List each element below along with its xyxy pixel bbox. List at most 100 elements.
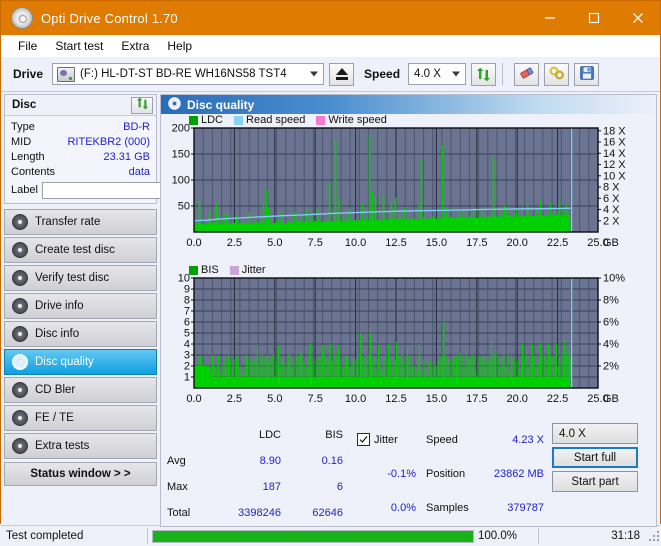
disc-quality-icon <box>168 96 181 113</box>
drive-toolbar: Drive (F:) HL-DT-ST BD-RE WH16NS58 TST4 … <box>1 57 660 92</box>
start-full-button[interactable]: Start full <box>552 447 638 468</box>
disc-label-row: Label <box>11 181 242 199</box>
disc-field-mid-value: RITEKBR2 (000) <box>67 135 150 148</box>
sidebar-item-label: Transfer rate <box>35 216 101 228</box>
chevron-down-icon <box>310 71 319 77</box>
sidebar-item-drive-info[interactable]: Drive info <box>4 293 157 319</box>
stats-row-avg-label: Avg <box>167 455 186 468</box>
disc-group-body: Type BD-R MID RITEKBR2 (000) Length 23.3… <box>5 116 242 203</box>
save-button[interactable] <box>574 62 600 86</box>
eraser-icon <box>519 66 535 83</box>
sidebar-item-transfer-rate[interactable]: Transfer rate <box>4 209 157 235</box>
disc-icon <box>12 214 28 230</box>
ldc-legend: LDC Read speed Write speed <box>189 114 394 126</box>
sidebar-item-label: Drive info <box>35 300 84 312</box>
eject-button[interactable] <box>329 62 355 86</box>
erase-button[interactable] <box>514 62 540 86</box>
readout-position-label: Position <box>426 467 466 480</box>
legend-swatch-write-speed <box>316 115 326 125</box>
disc-group-header: Disc <box>5 95 156 116</box>
sidebar-item-disc-quality[interactable]: Disc quality <box>4 349 157 375</box>
disc-refresh-button[interactable] <box>131 96 153 114</box>
disc-field-type: Type BD-R <box>11 119 150 134</box>
svg-text:8%: 8% <box>603 295 619 307</box>
svg-text:6 X: 6 X <box>603 193 620 205</box>
table-row: Max 187 6 <box>167 475 343 501</box>
jitter-checkbox[interactable] <box>357 432 370 446</box>
disc-icon <box>12 354 28 370</box>
legend-label-bis: BIS <box>201 264 219 276</box>
table-row: Avg 8.90 0.16 <box>167 449 343 475</box>
progress-bar <box>152 529 474 543</box>
sidebar-item-disc-info[interactable]: Disc info <box>4 321 157 347</box>
sidebar-item-label: FE / TE <box>35 412 74 424</box>
svg-text:18 X: 18 X <box>603 125 626 137</box>
sidebar-item-cd-bler[interactable]: CD Bler <box>4 377 157 403</box>
svg-text:100: 100 <box>172 175 190 187</box>
bis-chart: BIS Jitter 10 9 8 7 6 5 4 3 2 1 10% 8% 6% 4% 2% 0.0 2.5 5… <box>161 264 656 419</box>
legend-label-jitter: Jitter <box>241 264 266 276</box>
stats-row-total-ldc: 3398246 <box>238 506 281 519</box>
minimize-button[interactable] <box>528 1 572 35</box>
drive-select[interactable]: (F:) HL-DT-ST BD-RE WH16NS58 TST4 <box>52 63 325 85</box>
menu-item-start-test[interactable]: Start test <box>46 37 112 55</box>
disc-field-contents: Contents data <box>11 164 150 179</box>
sidebar-item-label: CD Bler <box>35 384 76 396</box>
svg-text:20.0: 20.0 <box>506 237 527 249</box>
sidebar-item-extra-tests[interactable]: Extra tests <box>4 433 157 459</box>
start-part-button[interactable]: Start part <box>552 471 638 492</box>
maximize-button[interactable] <box>572 1 616 35</box>
stats-header-row: LDC BIS <box>167 423 343 449</box>
title-bar: Opti Drive Control 1.70 <box>1 1 660 35</box>
sidebar-item-verify-test-disc[interactable]: Verify test disc <box>4 265 157 291</box>
refresh-button[interactable] <box>471 62 497 86</box>
menu-item-help[interactable]: Help <box>158 37 201 55</box>
chevron-down-icon <box>452 71 461 77</box>
resize-grip[interactable] <box>648 530 660 542</box>
svg-text:14 X: 14 X <box>603 148 626 160</box>
disc-icon <box>12 298 28 314</box>
ldc-plot: 200 150 100 50 18 X16 X14 X12 X10 X8 X6 X4 X… <box>172 123 627 249</box>
eject-icon <box>335 68 348 75</box>
table-row: -0.1% <box>357 457 416 491</box>
legend-swatch-jitter <box>229 265 239 275</box>
menu-item-file[interactable]: File <box>9 37 46 55</box>
svg-text:10 X: 10 X <box>603 170 626 182</box>
status-window-button[interactable]: Status window > > <box>4 462 157 486</box>
jitter-header-row: Jitter <box>357 423 416 457</box>
action-block: 4.0 X Start full Start part <box>552 423 638 526</box>
stats-table: LDC BIS Avg 8.90 0.16 Max 187 6 Total 33… <box>167 423 343 526</box>
menu-bar: File Start test Extra Help <box>1 35 660 57</box>
svg-text:1: 1 <box>184 372 190 384</box>
menu-item-extra[interactable]: Extra <box>112 37 158 55</box>
svg-text:15.0: 15.0 <box>426 237 447 249</box>
svg-text:0.0: 0.0 <box>186 393 201 405</box>
readout-position-value: 23862 MB <box>493 467 544 480</box>
stats-col-bis: BIS <box>325 429 343 442</box>
test-speed-select[interactable]: 4.0 X <box>552 423 638 444</box>
plug-settings-button[interactable] <box>544 62 570 86</box>
legend-item-write-speed: Write speed <box>316 114 387 126</box>
svg-text:2 X: 2 X <box>603 215 620 227</box>
stats-row-total-bis: 62646 <box>312 506 343 519</box>
drive-label: Drive <box>13 67 44 81</box>
sidebar-item-create-test-disc[interactable]: Create test disc <box>4 237 157 263</box>
speed-select[interactable]: 4.0 X <box>408 63 467 85</box>
legend-label-ldc: LDC <box>201 114 224 126</box>
legend-swatch-bis <box>189 265 198 275</box>
sidebar-item-fe-te[interactable]: FE / TE <box>4 405 157 431</box>
plug-icon <box>549 65 565 83</box>
svg-text:2.5: 2.5 <box>227 393 242 405</box>
legend-item-read-speed: Read speed <box>234 114 305 126</box>
disc-icon <box>12 410 28 426</box>
svg-text:16 X: 16 X <box>603 137 626 149</box>
refresh-icon <box>136 97 149 113</box>
readout-speed-value: 4.23 X <box>512 433 544 446</box>
legend-label-read-speed: Read speed <box>246 114 306 126</box>
close-button[interactable] <box>616 1 660 35</box>
svg-text:0.0: 0.0 <box>186 237 201 249</box>
svg-text:17.5: 17.5 <box>466 237 487 249</box>
disc-group-title: Disc <box>12 99 37 111</box>
table-row: 0.0% <box>357 492 416 526</box>
disc-field-contents-label: Contents <box>11 165 56 178</box>
